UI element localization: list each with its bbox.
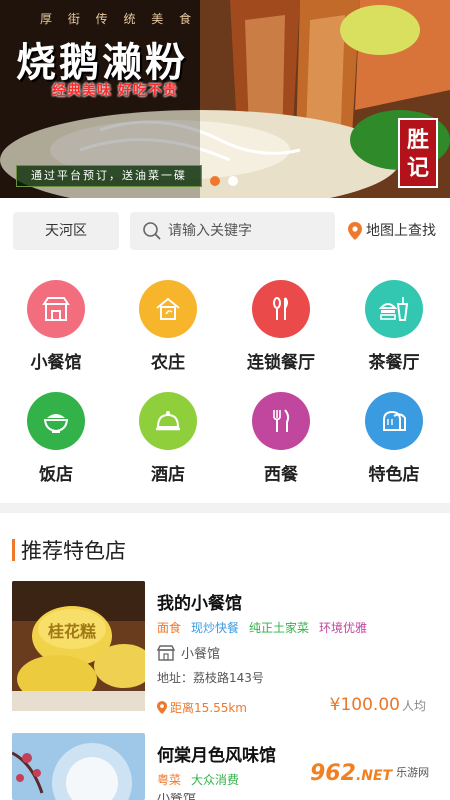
category-label: 茶餐厅 — [368, 353, 420, 373]
banner-tagline: 厚 街 传 统 美 食 — [40, 12, 198, 26]
shop-tags: 面食 现炒快餐 纯正土家菜 环境优雅 — [157, 619, 367, 636]
carousel-dot[interactable] — [228, 176, 238, 186]
shop-tag: 现炒快餐 — [191, 621, 240, 635]
banner-promo-text: 通过平台预订，送油菜一碟 — [16, 165, 202, 187]
shop-type-label: 小餐馆 — [157, 793, 196, 800]
shop-tag: 大众消费 — [191, 773, 240, 787]
spoon-fork-icon — [252, 280, 310, 338]
bread-icon — [365, 392, 423, 450]
shop-name: 何棠月色风味馆 — [157, 746, 276, 766]
section-divider — [0, 503, 450, 513]
shop-name: 我的小餐馆 — [157, 594, 242, 614]
category-restaurant[interactable]: 饭店 — [6, 392, 106, 485]
shop-type-icon — [157, 644, 175, 661]
thumb-text: 桂花糕 — [47, 622, 96, 641]
category-label: 特色店 — [368, 465, 420, 485]
category-specialty[interactable]: 特色店 — [344, 392, 444, 485]
section-title: 推荐特色店 — [12, 537, 126, 563]
category-label: 西餐 — [264, 465, 298, 485]
category-label: 小餐馆 — [30, 353, 82, 373]
shop-tag: 粤菜 — [157, 773, 182, 787]
watermark-cn: 乐游网 — [396, 766, 430, 779]
watermark-logo: 962.NET — [310, 761, 392, 786]
carousel-dots[interactable] — [210, 176, 238, 186]
shop-tags: 粤菜 大众消费 — [157, 771, 239, 788]
shop-card[interactable]: 桂花糕 我的小餐馆 面食 现炒快餐 纯正土家菜 环境优雅 小餐馆 地址：荔枝路1… — [12, 581, 438, 721]
shop-price-unit: 人均 — [401, 699, 426, 713]
banner-subtitle: 经典美味 好吃不贵 — [52, 83, 178, 99]
watermark-suffix: .NET — [355, 767, 393, 784]
location-pin-icon — [348, 222, 362, 240]
watermark-brand: 962 — [310, 760, 356, 786]
category-label: 饭店 — [39, 465, 73, 485]
category-label: 农庄 — [151, 353, 185, 373]
location-pin-icon — [157, 701, 167, 714]
knife-fork-icon — [252, 392, 310, 450]
section-title-accent — [12, 539, 15, 561]
map-search-link[interactable]: 地图上查找 — [348, 212, 436, 250]
category-grid: 小餐馆 农庄 连锁餐厅 茶餐厅 饭店 酒店 西餐 特色店 — [0, 270, 450, 498]
farmhouse-icon — [139, 280, 197, 338]
category-label: 酒店 — [151, 465, 185, 485]
category-western[interactable]: 西餐 — [231, 392, 331, 485]
shop-type: 小餐馆 — [157, 643, 220, 662]
search-icon — [143, 222, 161, 240]
cloche-icon — [139, 392, 197, 450]
shop-distance-text: 距离15.55km — [170, 701, 247, 715]
category-chain-restaurant[interactable]: 连锁餐厅 — [231, 280, 331, 373]
category-hotel[interactable]: 酒店 — [118, 392, 218, 485]
rice-bowl-icon — [27, 392, 85, 450]
shop-price-value: ¥100.00 — [329, 695, 400, 715]
shop-address: 地址：荔枝路143号 — [157, 671, 264, 685]
category-tea-restaurant[interactable]: 茶餐厅 — [344, 280, 444, 373]
category-farmhouse[interactable]: 农庄 — [118, 280, 218, 373]
map-link-label: 地图上查找 — [366, 223, 436, 239]
carousel-dot[interactable] — [210, 176, 220, 186]
storefront-icon — [27, 280, 85, 338]
shop-thumbnail: 桂花糕 — [12, 581, 145, 711]
promo-banner[interactable]: 厚 街 传 统 美 食 烧鹅濑粉 经典美味 好吃不贵 通过平台预订，送油菜一碟 … — [0, 0, 450, 198]
shop-distance: 距离15.55km — [157, 699, 247, 716]
shop-type: 小餐馆 — [157, 793, 196, 800]
site-watermark: 962.NET 乐游网 — [304, 752, 444, 794]
category-small-restaurant[interactable]: 小餐馆 — [6, 280, 106, 373]
district-selector[interactable]: 天河区 — [13, 212, 119, 250]
search-row: 天河区 请输入关键字 地图上查找 — [0, 198, 450, 266]
section-title-text: 推荐特色店 — [21, 539, 126, 563]
shop-price: ¥100.00 人均 — [330, 695, 426, 715]
search-placeholder: 请输入关键字 — [168, 223, 252, 239]
fast-food-icon — [365, 280, 423, 338]
shop-tag: 纯正土家菜 — [249, 621, 310, 635]
search-input[interactable]: 请输入关键字 — [130, 212, 335, 250]
shop-thumbnail — [12, 733, 145, 800]
shop-tag: 面食 — [157, 621, 182, 635]
category-label: 连锁餐厅 — [247, 353, 315, 373]
shop-tag: 环境优雅 — [319, 621, 368, 635]
banner-stamp: 胜记 — [398, 118, 438, 188]
shop-type-label: 小餐馆 — [181, 647, 221, 662]
